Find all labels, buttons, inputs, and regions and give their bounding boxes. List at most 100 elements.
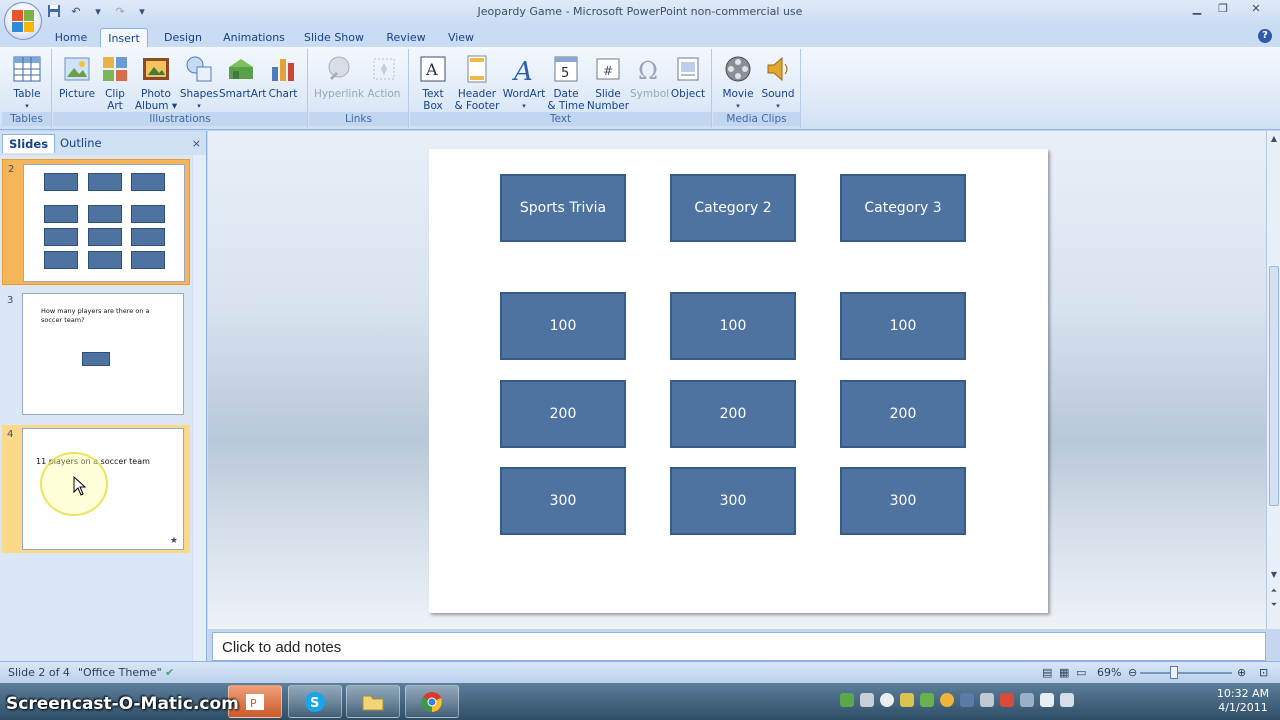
shapes-button[interactable]: Shapes ▾ [179,53,219,112]
thumbnail-preview [23,164,185,282]
tray-app-icon-8[interactable] [980,693,994,707]
question-box-2-300[interactable]: 300 [670,467,796,535]
slide-thumbnail-2[interactable]: 2 [2,159,190,285]
scroll-thumb[interactable] [1269,266,1279,506]
chart-label: Chart [268,88,298,100]
slide-thumbnail-3[interactable]: 3 How many players are there on a soccer… [2,291,190,417]
hyperlink-button[interactable]: Hyperlink [313,53,365,100]
volume-icon[interactable] [1060,693,1074,707]
symbol-button[interactable]: Ω Symbol [630,53,669,100]
slide-number-icon: # [592,53,624,85]
restore-icon[interactable]: ❐ [1210,0,1236,18]
notes-pane[interactable]: Click to add notes [212,632,1266,661]
panel-close-icon[interactable]: × [192,137,201,150]
watermark: Screencast-O-Matic.com [6,694,239,714]
scroll-down-icon[interactable]: ▼ [1268,569,1280,581]
tray-app-icon-1[interactable] [840,693,854,707]
tab-insert[interactable]: Insert [100,28,148,47]
smartart-icon [225,53,257,85]
tray-app-icon-10[interactable] [1020,693,1034,707]
taskbar-chrome[interactable] [405,685,459,718]
smartart-button[interactable]: SmartArt [219,53,267,100]
next-slide-icon[interactable]: ⏷ [1268,599,1280,611]
tray-app-icon-9[interactable] [1000,693,1014,707]
table-button[interactable]: Table ▾ [6,53,48,112]
tab-outline[interactable]: Outline [54,134,108,153]
slide-thumbnail-list: 2 3 How many players are there on a socc… [0,155,192,661]
taskbar-skype[interactable]: S [288,685,342,718]
calendar-icon: 5 [550,53,582,85]
office-button[interactable] [4,2,42,40]
svg-text:S: S [310,696,319,711]
tab-design[interactable]: Design [158,28,208,47]
mouse-cursor-icon [73,476,87,496]
text-box-button[interactable]: A Text Box [414,53,452,112]
header-footer-button[interactable]: Header & Footer [454,53,500,112]
photo-album-button[interactable]: Photo Album ▾ [133,53,179,112]
tab-view[interactable]: View [442,28,480,47]
close-icon[interactable]: ✕ [1236,0,1276,18]
film-reel-icon [722,53,754,85]
action-button[interactable]: Action [365,53,403,100]
tray-app-icon-4[interactable] [900,693,914,707]
question-box-1-100[interactable]: 100 [500,292,626,360]
category-header-2[interactable]: Category 2 [670,174,796,242]
category-header-3[interactable]: Category 3 [840,174,966,242]
question-box-3-200[interactable]: 200 [840,380,966,448]
sound-button[interactable]: Sound ▾ [759,53,797,112]
tray-app-icon-7[interactable] [960,693,974,707]
slide-number: 2 [8,164,15,175]
taskbar-explorer[interactable] [346,685,400,718]
wordart-button[interactable]: A WordArt ▾ [502,53,546,112]
folder-icon [362,695,384,710]
smartart-label: SmartArt [219,88,267,100]
movie-button[interactable]: Movie ▾ [717,53,759,112]
slide-show-icon[interactable]: ▭ [1076,666,1086,679]
question-box-3-100[interactable]: 100 [840,292,966,360]
tab-slide-show[interactable]: Slide Show [300,28,368,47]
slides-panel-scrollbar[interactable] [193,155,206,661]
network-icon[interactable] [1040,693,1054,707]
clock-date: 4/1/2011 [1218,701,1268,714]
slide-number-button[interactable]: # Slide Number [586,53,630,112]
text-box-label-1: Text [422,88,444,100]
main-scrollbar[interactable]: ▲ ▼ ⏶ ⏷ [1266,131,1280,629]
fit-to-window-icon[interactable]: ⊡ [1259,666,1268,679]
date-time-button[interactable]: 5 Date & Time [546,53,586,112]
previous-slide-icon[interactable]: ⏶ [1268,585,1280,597]
question-box-1-200[interactable]: 200 [500,380,626,448]
object-button[interactable]: Object [668,53,708,100]
tray-app-icon-6[interactable] [940,693,954,707]
wordart-label: WordArt [502,88,546,100]
date-time-label-2: & Time [547,100,585,112]
tab-home[interactable]: Home [50,28,92,47]
tab-review[interactable]: Review [380,28,432,47]
zoom-in-icon[interactable]: ⊕ [1237,666,1246,679]
zoom-level[interactable]: 69% [1097,666,1121,679]
tray-app-icon-5[interactable] [920,693,934,707]
slide-sorter-icon[interactable]: ▦ [1059,666,1069,679]
tab-slides[interactable]: Slides [2,134,56,153]
zoom-out-icon[interactable]: ⊖ [1128,666,1137,679]
chart-button[interactable]: Chart [265,53,301,100]
system-clock[interactable]: 10:32 AM 4/1/2011 [1208,687,1278,715]
zoom-slider-handle[interactable] [1170,666,1178,679]
question-box-1-300[interactable]: 300 [500,467,626,535]
category-header-1[interactable]: Sports Trivia [500,174,626,242]
question-box-2-100[interactable]: 100 [670,292,796,360]
question-box-2-200[interactable]: 200 [670,380,796,448]
scroll-up-icon[interactable]: ▲ [1268,133,1280,145]
ribbon: Table ▾ Tables Picture Clip Art Photo Al… [0,47,1280,130]
clip-art-button[interactable]: Clip Art [99,53,131,112]
normal-view-icon[interactable]: ▤ [1042,666,1052,679]
tray-app-icon-3[interactable] [880,693,894,707]
zoom-slider[interactable] [1140,672,1232,674]
tab-animations[interactable]: Animations [218,28,290,47]
tray-app-icon-2[interactable] [860,693,874,707]
question-box-3-300[interactable]: 300 [840,467,966,535]
help-icon[interactable]: ? [1258,29,1272,43]
minimize-icon[interactable]: ▁ [1184,0,1210,18]
current-slide[interactable]: Sports Trivia Category 2 Category 3 100 … [429,149,1048,613]
picture-button[interactable]: Picture [57,53,97,100]
spell-check-icon[interactable]: ✔ [165,666,174,679]
